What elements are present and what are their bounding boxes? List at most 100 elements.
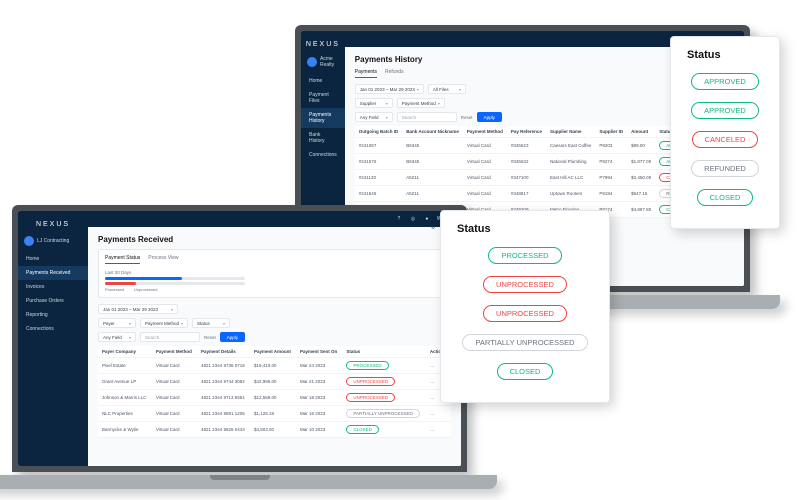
tenant-name: Acme Realty <box>320 56 339 68</box>
column-header[interactable]: Status <box>342 346 425 358</box>
tenant-switcher[interactable]: Acme Realty <box>301 56 345 74</box>
column-header[interactable]: Supplier Name <box>546 126 595 138</box>
cell: A5211 <box>402 186 463 202</box>
nav-item[interactable]: Connections <box>18 322 88 336</box>
cell: Mar 10 2023 <box>296 422 342 438</box>
nav-item[interactable]: Payments Received <box>18 266 88 280</box>
tab[interactable]: Refunds <box>385 69 404 78</box>
summary-range: Last 30 Days <box>105 270 444 275</box>
status-badge: PARTIALLY UNPROCESSED <box>462 334 587 351</box>
cell: UNPROCESSED <box>342 390 425 406</box>
chevron-down-icon: ▾ <box>171 307 173 312</box>
cell: A5211 <box>402 170 463 186</box>
column-header[interactable]: Payment Method <box>463 126 507 138</box>
cell: #345632 <box>507 154 546 170</box>
nav-item[interactable]: Bank History <box>301 128 345 148</box>
cell: #348817 <box>507 186 546 202</box>
tab[interactable]: Payments <box>355 69 377 78</box>
summary-tabs: Payment Status Process View <box>105 255 444 264</box>
cell: 4821 2344 9736 0718 <box>197 358 250 374</box>
nav-item[interactable]: Reporting <box>18 308 88 322</box>
nav-item[interactable]: Home <box>18 252 88 266</box>
column-header[interactable]: Supplier ID <box>595 126 627 138</box>
screen-front: NEXUS LJ Contracting HomePayments Receiv… <box>18 211 461 466</box>
search-input[interactable]: Search <box>140 332 200 342</box>
column-header[interactable]: Payer Company <box>98 346 152 358</box>
sidebar: NEXUS LJ Contracting HomePayments Receiv… <box>18 211 88 466</box>
filter-date-range[interactable]: Jan 01 2023 – Mar 29 2023▾ <box>98 304 178 314</box>
nav-item[interactable]: Payment Files <box>301 88 345 108</box>
filter-bar-2: Payer▾ Payment Method▾ Status▾ <box>98 318 451 328</box>
cell: #241120 <box>355 170 403 186</box>
cell: P8274 <box>595 154 627 170</box>
nav-item[interactable]: Invoices <box>18 280 88 294</box>
reset-link[interactable]: Reset <box>204 335 216 340</box>
app-payments-received: NEXUS LJ Contracting HomePayments Receiv… <box>18 211 461 466</box>
table-row[interactable]: NLC PropertiesVirtual Card4821 2344 9891… <box>98 406 451 422</box>
column-header[interactable]: Amount <box>627 126 655 138</box>
nav-item[interactable]: Home <box>301 74 345 88</box>
filter-file[interactable]: All Files▾ <box>428 84 466 94</box>
notifications-icon[interactable]: ◎ <box>409 215 417 223</box>
table-row[interactable]: Barmycke & WylieVirtual Card4821 2344 98… <box>98 422 451 438</box>
table-row[interactable]: Pixel EstateVirtual Card4821 2344 9736 0… <box>98 358 451 374</box>
status-legend-card: Status APPROVEDAPPROVEDCANCELEDREFUNDEDC… <box>670 36 780 229</box>
table-row[interactable]: Johnson & Marris LLCVirtual Card4821 234… <box>98 390 451 406</box>
chevron-down-icon: ▾ <box>386 101 388 106</box>
search-input[interactable]: Search <box>397 112 457 122</box>
status-badge: UNPROCESSED <box>346 393 395 402</box>
cell: #345623 <box>507 138 546 154</box>
cell: Virtual Card <box>463 138 507 154</box>
cell: #241576 <box>355 154 403 170</box>
cell: $2,450.00 <box>627 170 655 186</box>
filter-supplier[interactable]: Supplier▾ <box>355 98 393 108</box>
cell: Virtual Card <box>152 390 197 406</box>
filter-any-field[interactable]: Any Field▾ <box>355 112 393 122</box>
filter-any-field[interactable]: Any Field▾ <box>98 332 136 342</box>
filter-method[interactable]: Payment Method▾ <box>397 98 445 108</box>
tenant-switcher[interactable]: LJ Contracting <box>18 236 88 252</box>
cell: Virtual Card <box>152 422 197 438</box>
status-row: CANCELED <box>687 129 763 148</box>
filter-date-range[interactable]: Jan 01 2023 – Mar 29 2023▾ <box>355 84 424 94</box>
nav-item[interactable]: Connections <box>301 148 345 162</box>
column-header[interactable]: Payment Method <box>152 346 197 358</box>
payments-received-table: Payer CompanyPayment MethodPayment Detai… <box>98 346 451 438</box>
column-header[interactable]: Payment Amount <box>250 346 296 358</box>
column-header[interactable]: Payment Sent On <box>296 346 342 358</box>
laptop-front: NEXUS LJ Contracting HomePayments Receiv… <box>12 205 467 489</box>
filter-bar-3: Any Field▾ Search Reset Apply <box>98 332 451 342</box>
tab[interactable]: Process View <box>148 255 178 264</box>
status-badge: UNPROCESSED <box>483 276 567 293</box>
topbar: ? ◎ ● William <box>88 211 461 227</box>
cell: Virtual Card <box>463 170 507 186</box>
tab[interactable]: Payment Status <box>105 255 140 264</box>
cell: $4,897.80 <box>627 202 655 218</box>
filter-status[interactable]: Status▾ <box>192 318 230 328</box>
cell: Mar 18 2023 <box>296 390 342 406</box>
cell: $19,410.00 <box>250 358 296 374</box>
column-header[interactable]: Outgoing Batch ID <box>355 126 403 138</box>
bar-processed <box>105 277 245 280</box>
apply-button[interactable]: Apply <box>477 112 502 122</box>
column-header[interactable]: Payment Details <box>197 346 250 358</box>
apply-button[interactable]: Apply <box>220 332 245 342</box>
column-header[interactable]: Bank Account Nickname <box>402 126 463 138</box>
nav-item[interactable]: Purchase Orders <box>18 294 88 308</box>
cell: $647.15 <box>627 186 655 202</box>
cell: Mar 16 2023 <box>296 406 342 422</box>
filter-method[interactable]: Payment Method▾ <box>140 318 188 328</box>
table-row[interactable]: Grant Avenue LPVirtual Card4821 2344 974… <box>98 374 451 390</box>
cell: PARTIALLY UNPROCESSED <box>342 406 425 422</box>
status-badge: CLOSED <box>497 363 554 380</box>
cell: Uptown Rooters <box>546 186 595 202</box>
chevron-down-icon: ⌄ <box>429 221 437 232</box>
nav-item[interactable]: Payments History <box>301 108 345 128</box>
status-row: UNPROCESSED <box>457 303 593 322</box>
cell: $12,558.00 <box>250 390 296 406</box>
help-icon[interactable]: ? <box>395 215 403 223</box>
cell: Caesars East Coffee <box>546 138 595 154</box>
filter-payer[interactable]: Payer▾ <box>98 318 136 328</box>
column-header[interactable]: Pay Reference <box>507 126 546 138</box>
reset-link[interactable]: Reset <box>461 115 473 120</box>
